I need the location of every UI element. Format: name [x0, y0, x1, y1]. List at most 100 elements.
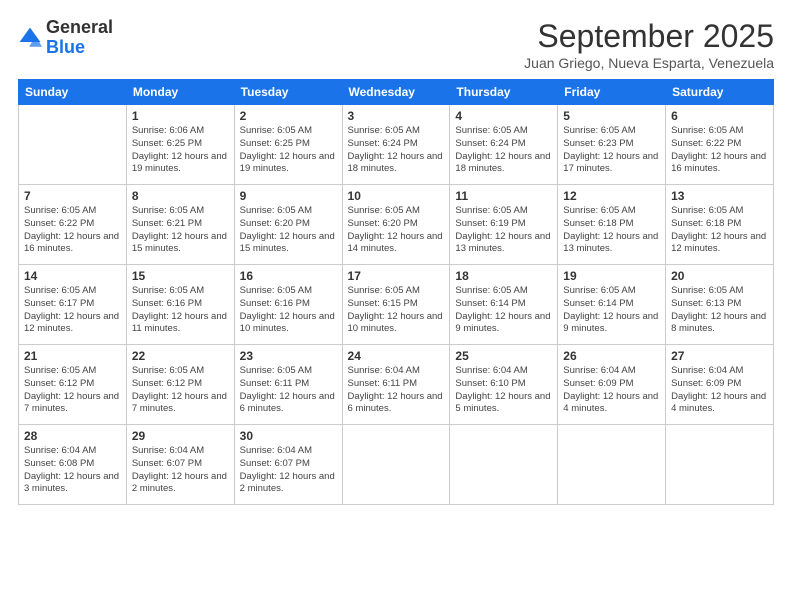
- logo-text: General Blue: [46, 18, 113, 58]
- col-friday: Friday: [558, 80, 666, 105]
- logo-general: General: [46, 17, 113, 37]
- day-number: 22: [132, 349, 229, 363]
- day-number: 25: [455, 349, 552, 363]
- calendar-table: Sunday Monday Tuesday Wednesday Thursday…: [18, 79, 774, 505]
- col-sunday: Sunday: [19, 80, 127, 105]
- day-number: 21: [24, 349, 121, 363]
- calendar-cell: [342, 425, 450, 505]
- calendar-cell: 20 Sunrise: 6:05 AM Sunset: 6:13 PM Dayli…: [666, 265, 774, 345]
- day-info: Sunrise: 6:04 AM Sunset: 6:07 PM Dayligh…: [132, 445, 229, 496]
- calendar-cell: 10Sunrise: 6:05 AM Sunset: 6:20 PM Dayli…: [342, 185, 450, 265]
- day-info: Sunrise: 6:05 AM Sunset: 6:25 PM Dayligh…: [240, 125, 337, 176]
- day-number: 20: [671, 269, 768, 283]
- day-info: Sunrise: 6:05 AM Sunset: 6:12 PM Dayligh…: [24, 365, 121, 416]
- day-info: Sunrise: 6:04 AM Sunset: 6:10 PM Dayligh…: [455, 365, 552, 416]
- calendar-cell: 22 Sunrise: 6:05 AM Sunset: 6:12 PM Dayli…: [126, 345, 234, 425]
- calendar-cell: 2Sunrise: 6:05 AM Sunset: 6:25 PM Daylig…: [234, 105, 342, 185]
- day-number: 30: [240, 429, 337, 443]
- day-info: Sunrise: 6:05 AM Sunset: 6:17 PM Dayligh…: [24, 285, 121, 336]
- calendar-cell: 28 Sunrise: 6:04 AM Sunset: 6:08 PM Dayli…: [19, 425, 127, 505]
- logo-icon: [18, 26, 42, 50]
- day-number: 12: [563, 189, 660, 203]
- calendar-cell: 21 Sunrise: 6:05 AM Sunset: 6:12 PM Dayli…: [19, 345, 127, 425]
- day-info: Sunrise: 6:05 AM Sunset: 6:14 PM Dayligh…: [563, 285, 660, 336]
- day-number: 13: [671, 189, 768, 203]
- day-number: 15: [132, 269, 229, 283]
- col-thursday: Thursday: [450, 80, 558, 105]
- day-info: Sunrise: 6:04 AM Sunset: 6:09 PM Dayligh…: [563, 365, 660, 416]
- calendar-cell: 24 Sunrise: 6:04 AM Sunset: 6:11 PM Dayli…: [342, 345, 450, 425]
- day-info: Sunrise: 6:05 AM Sunset: 6:21 PM Dayligh…: [132, 205, 229, 256]
- day-info: Sunrise: 6:06 AM Sunset: 6:25 PM Dayligh…: [132, 125, 229, 176]
- calendar-cell: 16 Sunrise: 6:05 AM Sunset: 6:16 PM Dayli…: [234, 265, 342, 345]
- day-info: Sunrise: 6:05 AM Sunset: 6:19 PM Dayligh…: [455, 205, 552, 256]
- day-info: Sunrise: 6:05 AM Sunset: 6:22 PM Dayligh…: [671, 125, 768, 176]
- calendar-cell: 27 Sunrise: 6:04 AM Sunset: 6:09 PM Dayli…: [666, 345, 774, 425]
- calendar-cell: 9Sunrise: 6:05 AM Sunset: 6:20 PM Daylig…: [234, 185, 342, 265]
- day-info: Sunrise: 6:05 AM Sunset: 6:14 PM Dayligh…: [455, 285, 552, 336]
- day-number: 6: [671, 109, 768, 123]
- calendar-cell: 5Sunrise: 6:05 AM Sunset: 6:23 PM Daylig…: [558, 105, 666, 185]
- calendar-cell: 23Sunrise: 6:05 AM Sunset: 6:11 PM Dayli…: [234, 345, 342, 425]
- calendar-cell: 1Sunrise: 6:06 AM Sunset: 6:25 PM Daylig…: [126, 105, 234, 185]
- calendar-cell: 11Sunrise: 6:05 AM Sunset: 6:19 PM Dayli…: [450, 185, 558, 265]
- day-number: 7: [24, 189, 121, 203]
- calendar-cell: [558, 425, 666, 505]
- day-number: 18: [455, 269, 552, 283]
- day-info: Sunrise: 6:05 AM Sunset: 6:18 PM Dayligh…: [563, 205, 660, 256]
- day-info: Sunrise: 6:05 AM Sunset: 6:16 PM Dayligh…: [132, 285, 229, 336]
- day-number: 26: [563, 349, 660, 363]
- calendar-cell: 19 Sunrise: 6:05 AM Sunset: 6:14 PM Dayli…: [558, 265, 666, 345]
- day-number: 24: [348, 349, 445, 363]
- day-number: 29: [132, 429, 229, 443]
- header: General Blue September 2025 Juan Griego,…: [18, 18, 774, 71]
- calendar-cell: 12 Sunrise: 6:05 AM Sunset: 6:18 PM Dayli…: [558, 185, 666, 265]
- day-number: 16: [240, 269, 337, 283]
- day-info: Sunrise: 6:05 AM Sunset: 6:24 PM Dayligh…: [348, 125, 445, 176]
- calendar-cell: 15 Sunrise: 6:05 AM Sunset: 6:16 PM Dayli…: [126, 265, 234, 345]
- day-number: 8: [132, 189, 229, 203]
- day-info: Sunrise: 6:05 AM Sunset: 6:12 PM Dayligh…: [132, 365, 229, 416]
- day-info: Sunrise: 6:05 AM Sunset: 6:11 PM Dayligh…: [240, 365, 337, 416]
- logo-blue: Blue: [46, 37, 85, 57]
- calendar-cell: [666, 425, 774, 505]
- day-info: Sunrise: 6:05 AM Sunset: 6:22 PM Dayligh…: [24, 205, 121, 256]
- week-row-3: 14 Sunrise: 6:05 AM Sunset: 6:17 PM Dayli…: [19, 265, 774, 345]
- day-number: 19: [563, 269, 660, 283]
- logo: General Blue: [18, 18, 113, 58]
- calendar-cell: 8 Sunrise: 6:05 AM Sunset: 6:21 PM Daylig…: [126, 185, 234, 265]
- day-number: 3: [348, 109, 445, 123]
- calendar-cell: [19, 105, 127, 185]
- day-number: 10: [348, 189, 445, 203]
- calendar-cell: 13 Sunrise: 6:05 AM Sunset: 6:18 PM Dayli…: [666, 185, 774, 265]
- day-info: Sunrise: 6:05 AM Sunset: 6:13 PM Dayligh…: [671, 285, 768, 336]
- calendar-cell: 4Sunrise: 6:05 AM Sunset: 6:24 PM Daylig…: [450, 105, 558, 185]
- calendar-cell: 7 Sunrise: 6:05 AM Sunset: 6:22 PM Daylig…: [19, 185, 127, 265]
- calendar-cell: [450, 425, 558, 505]
- calendar-cell: 17 Sunrise: 6:05 AM Sunset: 6:15 PM Dayli…: [342, 265, 450, 345]
- day-info: Sunrise: 6:05 AM Sunset: 6:15 PM Dayligh…: [348, 285, 445, 336]
- calendar-cell: 25 Sunrise: 6:04 AM Sunset: 6:10 PM Dayli…: [450, 345, 558, 425]
- day-number: 28: [24, 429, 121, 443]
- day-info: Sunrise: 6:04 AM Sunset: 6:08 PM Dayligh…: [24, 445, 121, 496]
- day-number: 27: [671, 349, 768, 363]
- day-info: Sunrise: 6:04 AM Sunset: 6:09 PM Dayligh…: [671, 365, 768, 416]
- location-subtitle: Juan Griego, Nueva Esparta, Venezuela: [524, 55, 774, 71]
- week-row-4: 21 Sunrise: 6:05 AM Sunset: 6:12 PM Dayli…: [19, 345, 774, 425]
- col-wednesday: Wednesday: [342, 80, 450, 105]
- week-row-2: 7 Sunrise: 6:05 AM Sunset: 6:22 PM Daylig…: [19, 185, 774, 265]
- col-tuesday: Tuesday: [234, 80, 342, 105]
- day-number: 17: [348, 269, 445, 283]
- day-info: Sunrise: 6:05 AM Sunset: 6:16 PM Dayligh…: [240, 285, 337, 336]
- calendar-cell: 18 Sunrise: 6:05 AM Sunset: 6:14 PM Dayli…: [450, 265, 558, 345]
- day-info: Sunrise: 6:05 AM Sunset: 6:18 PM Dayligh…: [671, 205, 768, 256]
- month-title: September 2025: [524, 18, 774, 55]
- title-block: September 2025 Juan Griego, Nueva Espart…: [524, 18, 774, 71]
- day-number: 14: [24, 269, 121, 283]
- day-number: 9: [240, 189, 337, 203]
- week-row-1: 1Sunrise: 6:06 AM Sunset: 6:25 PM Daylig…: [19, 105, 774, 185]
- calendar-cell: 3 Sunrise: 6:05 AM Sunset: 6:24 PM Daylig…: [342, 105, 450, 185]
- day-number: 5: [563, 109, 660, 123]
- day-info: Sunrise: 6:04 AM Sunset: 6:11 PM Dayligh…: [348, 365, 445, 416]
- calendar-cell: 6 Sunrise: 6:05 AM Sunset: 6:22 PM Daylig…: [666, 105, 774, 185]
